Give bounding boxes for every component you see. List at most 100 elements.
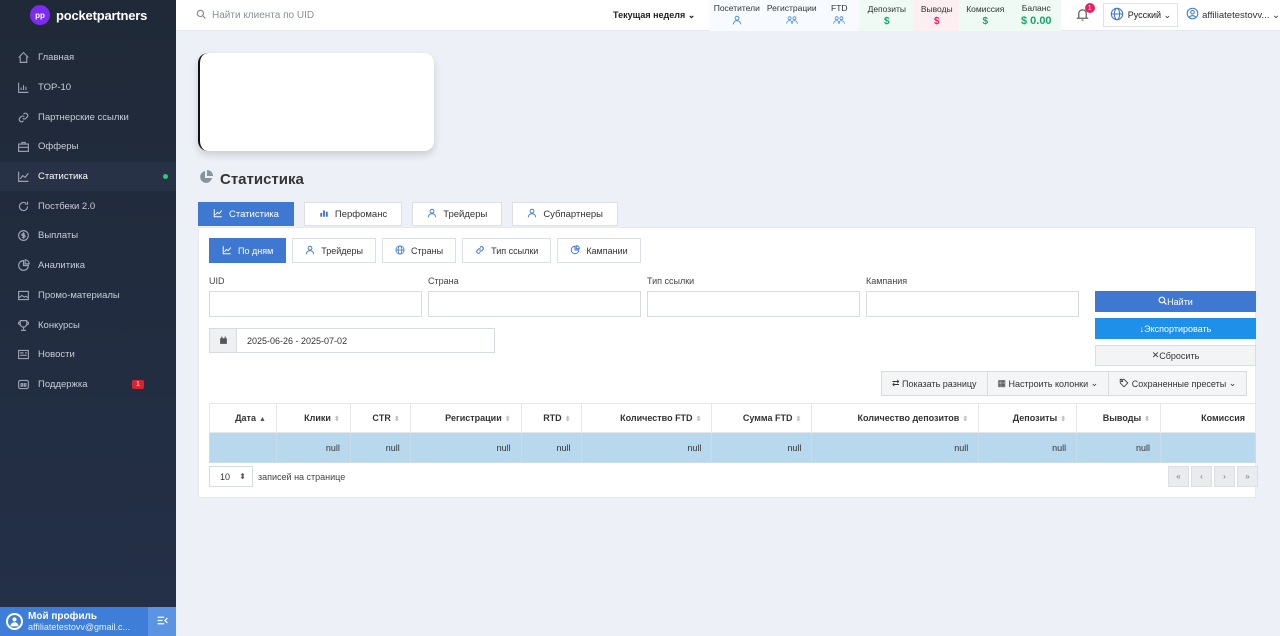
column-label: Выводы	[1102, 413, 1142, 423]
country-select[interactable]	[428, 291, 641, 317]
sidebar-item-statistics[interactable]: Статистика	[0, 161, 176, 192]
tab-statistics[interactable]: Статистика	[198, 202, 294, 226]
stat-label: FTD	[831, 2, 848, 13]
page-size-select[interactable]: 10	[209, 466, 253, 487]
tab-subpartners[interactable]: Субпартнеры	[512, 202, 618, 226]
header-stats: Посетители Регистрации FTD Депозиты $ Вы…	[709, 0, 1062, 31]
sidebar-item-analytics[interactable]: Аналитика	[0, 251, 176, 281]
stat-balance[interactable]: Баланс $ 0.00	[1011, 0, 1062, 31]
client-search[interactable]: Найти клиента по UID	[176, 9, 591, 22]
sidebar-item-label: Промо-материалы	[38, 289, 120, 301]
export-button[interactable]: ↓ Экспортировать	[1095, 318, 1256, 339]
notifications-button[interactable]: 1	[1075, 3, 1095, 23]
col-registrations[interactable]: Регистрации ⬍	[409, 403, 522, 433]
prev-page-button[interactable]: ‹	[1191, 466, 1212, 487]
user-icon	[427, 208, 443, 221]
brand-name: pocketpartners	[56, 7, 148, 23]
sort-icon: ⬍	[504, 416, 511, 423]
col-rtd[interactable]: RTD ⬍	[520, 403, 582, 433]
stat-label: Депозиты	[867, 3, 906, 14]
brand-logo[interactable]: pp pocketpartners	[0, 0, 176, 30]
tab-traders[interactable]: Трейдеры	[412, 202, 503, 226]
stat-ftd[interactable]: FTD	[819, 0, 860, 31]
banner-card	[198, 53, 434, 151]
sidebar-item-contests[interactable]: Конкурсы	[0, 310, 176, 340]
tab-label: Трейдеры	[443, 208, 488, 220]
col-ftd-count[interactable]: Количество FTD ⬍	[580, 403, 713, 433]
next-page-button[interactable]: ›	[1214, 466, 1235, 487]
column-label: CTR	[372, 413, 391, 423]
sidebar-item-payouts[interactable]: Выплаты	[0, 221, 176, 251]
campaign-label: Кампания	[866, 276, 908, 286]
col-ftd-sum[interactable]: Сумма FTD ⬍	[711, 403, 813, 433]
col-deposits[interactable]: Депозиты ⬍	[978, 403, 1078, 433]
subtab-by-days[interactable]: По дням	[209, 238, 287, 263]
col-deposit-count[interactable]: Количество депозитов ⬍	[811, 403, 980, 433]
reset-button[interactable]: ✕ Сбросить	[1095, 345, 1256, 366]
uid-label: UID	[209, 276, 225, 286]
presets-button[interactable]: Сохраненные пресеты ⌄	[1108, 371, 1248, 396]
column-label: RTD	[543, 413, 562, 423]
table-cell: null	[1076, 432, 1162, 463]
language-select[interactable]: Русский ⌄	[1102, 3, 1179, 27]
tab-performance[interactable]: Перфоманс	[303, 202, 403, 226]
dollar-icon: $	[883, 15, 890, 27]
stat-commission[interactable]: Комиссия $	[959, 0, 1012, 31]
sidebar-item-top10[interactable]: TOP-10	[0, 73, 176, 103]
stat-withdrawals[interactable]: Выводы $	[914, 0, 960, 31]
find-button[interactable]: Найти	[1095, 291, 1256, 312]
subtab-campaigns[interactable]: Кампании	[557, 238, 641, 263]
page-size-control: 10 записей на странице	[209, 466, 345, 487]
campaign-select[interactable]	[866, 291, 1079, 317]
pagination: « ‹ › »	[1166, 466, 1258, 487]
stat-deposits[interactable]: Депозиты $	[859, 0, 915, 31]
user-menu[interactable]: affiliatetestovv... ⌄	[1186, 7, 1280, 23]
sidebar-item-links[interactable]: Партнерские ссылки	[0, 102, 176, 132]
home-icon	[16, 51, 30, 65]
subtab-link-type[interactable]: Тип ссылки	[462, 238, 552, 263]
period-dropdown[interactable]: Текущая неделя ⌄	[613, 10, 695, 21]
first-page-button[interactable]: «	[1168, 466, 1189, 487]
columns-button[interactable]: ▦ Настроить колонки ⌄	[986, 371, 1110, 396]
column-label: Сумма FTD	[742, 413, 793, 423]
sidebar-item-news[interactable]: Новости	[0, 340, 176, 370]
sidebar-item-label: Офферы	[38, 141, 79, 153]
sidebar-item-support[interactable]: Поддержка 1	[0, 370, 176, 400]
briefcase-icon	[16, 140, 30, 154]
sidebar-item-postbacks[interactable]: Постбеки 2.0	[0, 191, 176, 221]
table-cell: null	[409, 432, 522, 463]
col-date[interactable]: Дата ▲	[209, 403, 277, 433]
col-withdrawals[interactable]: Выводы ⬍	[1076, 403, 1162, 433]
main-content: Статистика Статистика Перфоманс Трейдеры…	[176, 31, 1280, 636]
subtab-label: Трейдеры	[321, 245, 364, 256]
last-page-button[interactable]: »	[1237, 466, 1258, 487]
sort-icon: ⬍	[564, 416, 571, 423]
col-commission[interactable]: Комиссия	[1160, 403, 1256, 433]
show-diff-button[interactable]: ⇄ Показать разницу	[881, 371, 988, 396]
profile-panel[interactable]: Мой профиль affiliatetestovv@gmail.c...	[0, 607, 176, 636]
sidebar-item-label: TOP-10	[38, 82, 72, 94]
bar-chart-icon	[319, 208, 335, 221]
sidebar-item-offers[interactable]: Офферы	[0, 132, 176, 162]
line-chart-icon	[213, 208, 229, 221]
sidebar-item-promo[interactable]: Промо-материалы	[0, 281, 176, 311]
col-ctr[interactable]: CTR ⬍	[349, 403, 411, 433]
subtab-label: Кампании	[586, 245, 628, 256]
statistics-panel: По дням Трейдеры Страны Тип ссылки Кампа…	[198, 227, 1258, 498]
sort-icon: ⬍	[795, 416, 802, 423]
chevron-down-icon: ⌄	[1088, 378, 1099, 388]
stat-registrations[interactable]: Регистрации	[764, 0, 820, 31]
col-clicks[interactable]: Клики ⬍	[275, 403, 351, 433]
sidebar-item-home[interactable]: Главная	[0, 43, 176, 73]
sidebar-item-label: Постбеки 2.0	[38, 200, 96, 212]
stat-visitors[interactable]: Посетители	[709, 0, 765, 31]
table-row[interactable]: null null null null null null null null …	[209, 432, 1256, 463]
subtab-countries[interactable]: Страны	[382, 238, 457, 263]
search-input[interactable]: Найти клиента по UID	[212, 10, 314, 21]
sidebar-collapse-button[interactable]	[148, 607, 176, 636]
date-range-picker[interactable]: 2025-06-26 - 2025-07-02	[209, 328, 495, 353]
link-type-select[interactable]	[647, 291, 860, 317]
uid-input[interactable]	[209, 291, 422, 317]
table-cell	[209, 432, 277, 463]
subtab-traders[interactable]: Трейдеры	[292, 238, 377, 263]
